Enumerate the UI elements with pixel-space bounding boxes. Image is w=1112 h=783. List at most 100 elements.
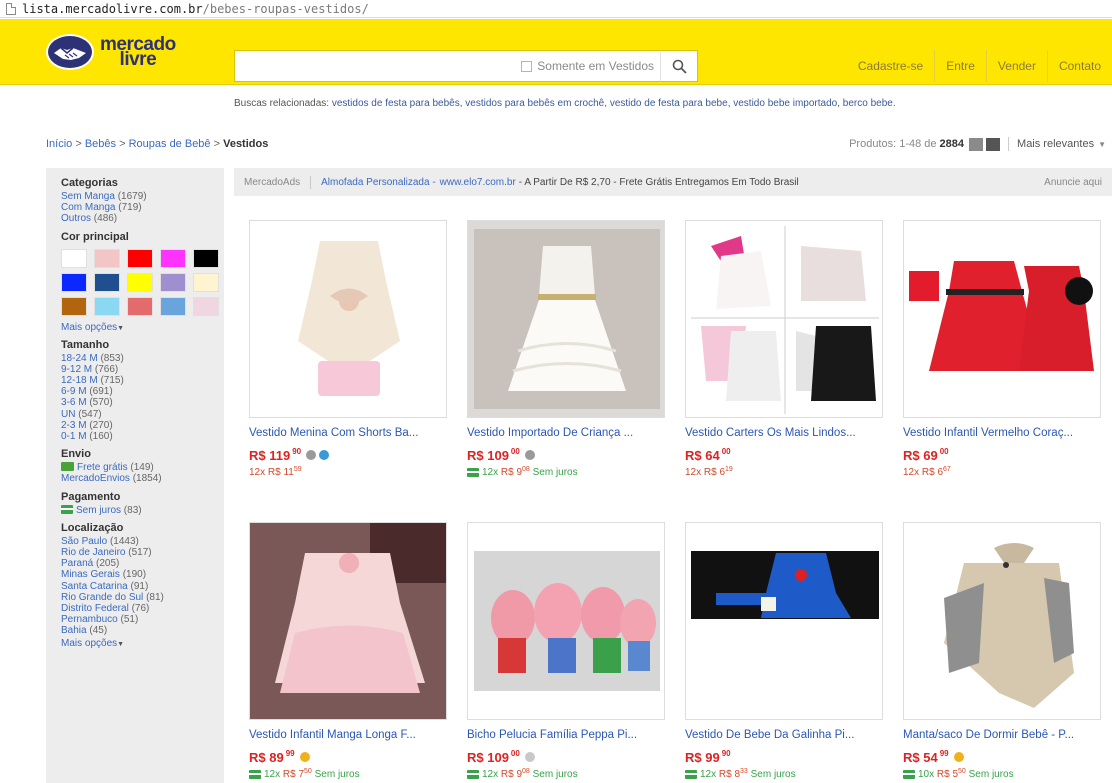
related-link[interactable]: vestido bebe importado [733,98,837,109]
filter-category[interactable]: Outros (486) [61,213,224,224]
filter-location[interactable]: Pernambuco (51) [61,614,224,625]
filter-location[interactable]: Santa Catarina (91) [61,581,224,592]
color-swatch[interactable] [94,272,120,292]
card-icon [903,770,915,779]
related-link[interactable]: vestidos de festa para bebês [332,98,460,109]
logo-text: mercado livre [100,35,176,69]
filter-checkbox[interactable] [521,60,533,72]
address-bar[interactable]: lista.mercadolivre.com.br/bebes-roupas-v… [0,0,1112,18]
filter-free-shipping[interactable]: Frete grátis (149) [61,462,224,473]
results-total: 2884 [939,138,965,150]
filter-mercadoenvios[interactable]: MercadoEnvios (1854) [61,473,224,484]
color-swatch[interactable] [61,296,87,316]
product-card[interactable]: Vestido Infantil Vermelho Coraç... R$ 69 0… [903,220,1103,478]
search-category-filter[interactable]: Somente em Vestidos [521,51,654,81]
list-view-icon[interactable] [969,137,984,151]
results-toolbar: Produtos: 1-48 de 2884 Mais relevantes ▼ [849,137,1106,151]
product-title[interactable]: Vestido Importado De Criança ... [467,427,667,439]
payment-heading: Pagamento [61,490,121,503]
breadcrumb-roupas[interactable]: Roupas de Bebê [129,138,211,150]
product-image[interactable] [903,220,1101,418]
related-link[interactable]: vestido de festa para bebe [610,98,728,109]
url-text[interactable]: lista.mercadolivre.com.br/bebes-roupas-v… [22,2,369,16]
nav-sell[interactable]: Vender [985,50,1047,82]
filter-size[interactable]: 9-12 M (766) [61,364,224,375]
color-more-options[interactable]: Mais opções▼ [61,322,224,333]
filter-location[interactable]: Rio Grande do Sul (81) [61,592,224,603]
product-title[interactable]: Vestido Infantil Vermelho Coraç... [903,427,1103,439]
color-swatch[interactable] [61,272,87,292]
color-swatch[interactable] [61,248,87,268]
product-title[interactable]: Bicho Pelucia Família Peppa Pi... [467,729,667,741]
color-swatch[interactable] [127,296,153,316]
product-card[interactable]: Vestido Importado De Criança ... R$ 109 00… [467,220,667,478]
product-image[interactable] [249,522,447,720]
seller-medal-icon [524,752,535,762]
product-title[interactable]: Vestido Infantil Manga Longa F... [249,729,449,741]
product-title[interactable]: Manta/saco De Dormir Bebê - P... [903,729,1103,741]
color-swatch[interactable] [94,296,120,316]
color-swatch[interactable] [127,272,153,292]
product-image[interactable] [685,522,883,720]
product-image[interactable] [467,522,665,720]
product-title[interactable]: Vestido Menina Com Shorts Ba... [249,427,449,439]
product-image[interactable] [903,522,1101,720]
filter-size[interactable]: 18-24 M (853) [61,353,224,364]
filter-location[interactable]: Minas Gerais (190) [61,569,224,580]
search-input[interactable] [235,51,505,81]
filter-size[interactable]: 3-6 M (570) [61,397,224,408]
nav-register[interactable]: Cadastre-se [847,50,934,82]
related-link[interactable]: vestidos para bebês em crochê [465,98,604,109]
filter-location[interactable]: São Paulo (1443) [61,536,224,547]
grid-view-icon[interactable] [986,137,1001,151]
nav-login[interactable]: Entre [934,50,986,82]
filter-location[interactable]: Rio de Janeiro (517) [61,547,224,558]
color-swatch[interactable] [160,296,186,316]
filter-size[interactable]: 12-18 M (715) [61,375,224,386]
results-range: 1-48 de [899,138,937,150]
filter-category[interactable]: Com Manga (719) [61,202,224,213]
product-title[interactable]: Vestido De Bebe Da Galinha Pi... [685,729,885,741]
product-card[interactable]: Vestido Infantil Manga Longa F... R$ 89 99… [249,522,449,780]
product-image[interactable] [467,220,665,418]
product-title[interactable]: Vestido Carters Os Mais Lindos... [685,427,885,439]
location-more-options[interactable]: Mais opções▼ [61,638,224,649]
filter-size[interactable]: 6-9 M (691) [61,386,224,397]
related-searches: Buscas relacionadas: vestidos de festa p… [234,98,896,109]
filter-size[interactable]: UN (547) [61,409,224,420]
color-swatch[interactable] [160,248,186,268]
url-host: lista.mercadolivre.com.br [22,1,203,16]
filter-no-interest[interactable]: Sem juros (83) [61,504,224,516]
filter-location[interactable]: Paraná (205) [61,558,224,569]
color-swatch[interactable] [193,248,219,268]
breadcrumb-bebes[interactable]: Bebês [85,138,116,150]
ad-title-link[interactable]: Almofada Personalizada - [321,177,436,188]
product-image[interactable] [685,220,883,418]
filter-location[interactable]: Bahia (45) [61,625,224,636]
filter-label: Somente em Vestidos [537,59,654,73]
product-card[interactable]: Bicho Pelucia Família Peppa Pi... R$ 109 0… [467,522,667,780]
product-card[interactable]: Vestido De Bebe Da Galinha Pi... R$ 99 90 1… [685,522,885,780]
filter-size[interactable]: 2-3 M (270) [61,420,224,431]
filter-size[interactable]: 0-1 M (160) [61,431,224,442]
product-image[interactable] [249,220,447,418]
product-card[interactable]: Vestido Carters Os Mais Lindos... R$ 64 00… [685,220,885,478]
color-swatch[interactable] [193,296,219,316]
product-card[interactable]: Vestido Menina Com Shorts Ba... R$ 119 90 1… [249,220,449,478]
product-card[interactable]: Manta/saco De Dormir Bebê - P... R$ 54 99 1… [903,522,1103,780]
breadcrumb-inicio[interactable]: Início [46,138,72,150]
color-swatch[interactable] [193,272,219,292]
sort-dropdown[interactable]: Mais relevantes [1017,138,1094,150]
color-swatch[interactable] [160,272,186,292]
color-swatch[interactable] [127,248,153,268]
related-link[interactable]: berco bebe [843,98,893,109]
header-nav: Cadastre-se Entre Vender Contato [847,50,1112,82]
color-swatch[interactable] [94,248,120,268]
filter-category[interactable]: Sem Manga (1679) [61,191,224,202]
filter-location[interactable]: Distrito Federal (76) [61,603,224,614]
mercadolivre-logo[interactable]: mercado livre [46,31,196,73]
ad-site-link[interactable]: www.elo7.com.br [440,177,516,188]
nav-contact[interactable]: Contato [1046,50,1112,82]
advertise-here-link[interactable]: Anuncie aqui [1044,177,1102,188]
search-button[interactable] [660,50,698,82]
